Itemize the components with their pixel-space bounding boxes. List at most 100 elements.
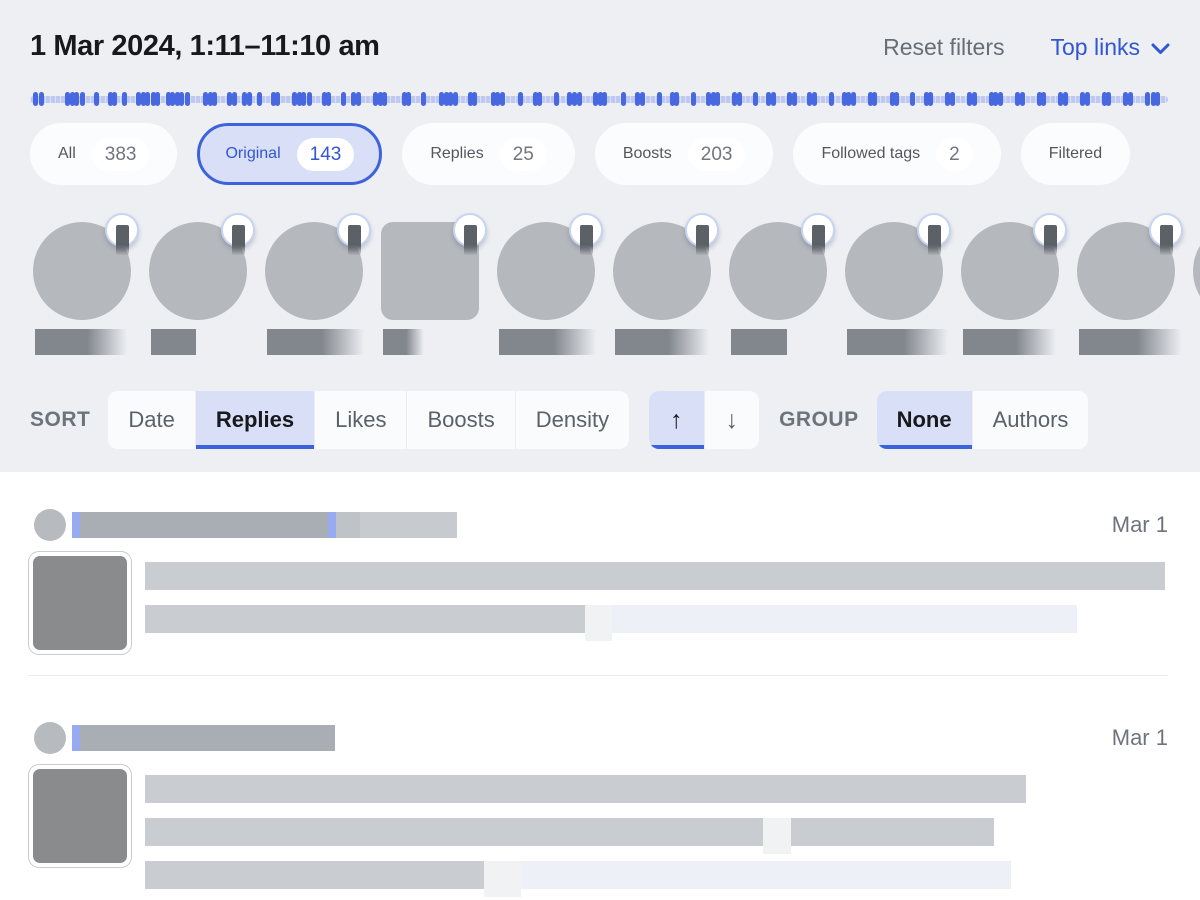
author-item <box>1077 213 1175 359</box>
sort-option-boosts[interactable]: Boosts <box>406 391 514 449</box>
filters-panel: 1 Mar 2024, 1:11–11:10 am Reset filters … <box>0 0 1200 472</box>
activity-timeline[interactable] <box>30 92 1170 106</box>
author-post-count-badge <box>917 213 951 247</box>
header-actions: Reset filters Top links <box>883 30 1170 61</box>
filter-count-badge: 383 <box>92 138 150 171</box>
filter-pill-followed-tags[interactable]: Followed tags2 <box>793 123 1000 185</box>
timeline-tick <box>518 92 523 106</box>
timeline-tick <box>275 92 280 106</box>
reset-filters-button[interactable]: Reset filters <box>883 34 1004 61</box>
author-item <box>845 213 943 359</box>
filter-label: Boosts <box>623 145 672 163</box>
timeline-tick <box>1063 92 1068 106</box>
author-post-count-badge <box>221 213 255 247</box>
timeline-tick <box>972 92 977 106</box>
timeline-tick <box>1041 92 1046 106</box>
author-post-count-badge <box>1033 213 1067 247</box>
filter-label: Original <box>225 145 280 163</box>
filter-pill-boosts[interactable]: Boosts 203 <box>595 123 774 185</box>
sort-option-date[interactable]: Date <box>108 391 194 449</box>
timeline-tick <box>122 92 127 106</box>
redacted-count <box>812 225 825 255</box>
post-media-thumbnail[interactable] <box>28 551 132 655</box>
timeline-tick <box>674 92 679 106</box>
filter-pill-replies[interactable]: Replies25 <box>402 123 575 185</box>
redacted-count <box>1044 225 1057 255</box>
author-avatar[interactable] <box>1193 222 1200 320</box>
author-name-redacted <box>731 329 787 355</box>
filter-count-badge: 143 <box>297 138 355 171</box>
post-author-avatar[interactable] <box>34 722 66 754</box>
timeline-tick <box>621 92 626 106</box>
author-item <box>33 213 131 359</box>
top-links-label: Top links <box>1051 34 1140 61</box>
post-author-name-redacted <box>72 725 335 751</box>
timeline-tick <box>910 92 915 106</box>
top-links-dropdown[interactable]: Top links <box>1051 34 1170 61</box>
timeline-tick <box>112 92 117 106</box>
redacted-segment <box>484 861 521 897</box>
post-date[interactable]: Mar 1 <box>1112 725 1168 751</box>
timeline-tick <box>657 92 662 106</box>
post-author-avatar[interactable] <box>34 509 66 541</box>
timeline-tick <box>453 92 458 106</box>
timeline-tick <box>812 92 817 106</box>
author-item <box>265 213 363 359</box>
filter-label: Followed tags <box>821 145 920 163</box>
redacted-count <box>464 225 477 255</box>
author-name-redacted <box>847 329 951 355</box>
timeline-tick <box>1020 92 1025 106</box>
redacted-count <box>928 225 941 255</box>
timeline-tick <box>771 92 776 106</box>
post-date[interactable]: Mar 1 <box>1112 512 1168 538</box>
post-list: Mar 1 Mar 1 <box>0 472 1200 900</box>
post-item: Mar 1 <box>28 472 1168 675</box>
timeline-tick <box>421 92 426 106</box>
timeline-tick <box>829 92 834 106</box>
author-item <box>149 213 247 359</box>
author-name-redacted <box>499 329 599 355</box>
filter-pill-original[interactable]: Original 143 <box>197 123 382 185</box>
filter-label: All <box>58 145 76 163</box>
author-item <box>613 213 711 359</box>
redacted-segment <box>145 605 585 633</box>
timeline-tick <box>145 92 150 106</box>
redacted-segment <box>80 512 328 538</box>
timeline-tick <box>851 92 856 106</box>
filter-count-badge: 203 <box>688 138 746 171</box>
sort-option-density[interactable]: Density <box>515 391 629 449</box>
timeline-tick <box>792 92 797 106</box>
filter-label: Replies <box>430 145 483 163</box>
post-header: Mar 1 <box>28 508 1168 542</box>
timeline-tick <box>247 92 252 106</box>
sort-bar: SORT DateRepliesLikesBoostsDensity ↑↓ GR… <box>30 391 1170 449</box>
timeline-tick <box>572 92 577 106</box>
page-title: 1 Mar 2024, 1:11–11:10 am <box>30 30 380 63</box>
redacted-image <box>33 769 127 863</box>
post-media-thumbnail[interactable] <box>28 764 132 868</box>
redacted-segment <box>72 725 80 751</box>
sort-direction-descending[interactable]: ↓ <box>704 391 760 449</box>
timeline-tick <box>715 92 720 106</box>
sort-direction-ascending[interactable]: ↑ <box>649 391 704 449</box>
post-author-name-redacted <box>72 512 457 538</box>
redacted-segment <box>791 818 994 846</box>
post-text-line <box>145 605 1168 633</box>
page-header: 1 Mar 2024, 1:11–11:10 am Reset filters … <box>30 0 1170 63</box>
filter-pill-filtered[interactable]: Filtered <box>1021 123 1130 185</box>
timeline-tick <box>356 92 361 106</box>
redacted-segment <box>80 725 335 751</box>
timeline-tick <box>1155 92 1160 106</box>
filter-pill-all[interactable]: All 383 <box>30 123 177 185</box>
timeline-tick <box>307 92 312 106</box>
author-item <box>497 213 595 359</box>
group-option-authors[interactable]: Authors <box>972 391 1089 449</box>
timeline-tick <box>998 92 1003 106</box>
sort-option-replies[interactable]: Replies <box>195 391 314 449</box>
group-option-none[interactable]: None <box>877 391 972 449</box>
sort-direction-group: ↑↓ <box>649 391 759 449</box>
timeline-tick <box>341 92 346 106</box>
timeline-tick <box>212 92 217 106</box>
sort-option-likes[interactable]: Likes <box>314 391 406 449</box>
timeline-tick <box>406 92 411 106</box>
